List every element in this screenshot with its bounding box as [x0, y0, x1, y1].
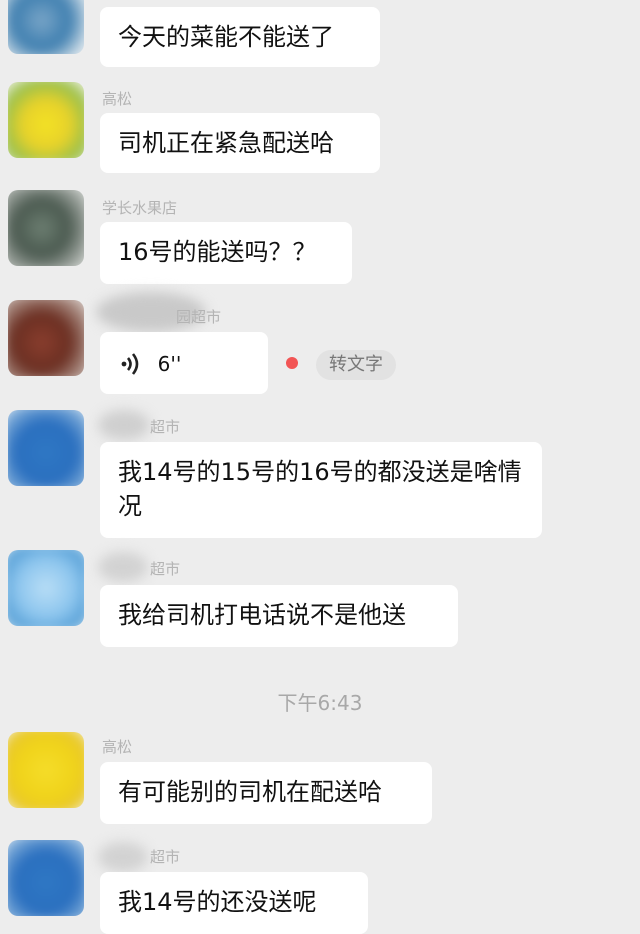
message-bubble[interactable]: 我14号的15号的16号的都没送是啥情况 — [100, 442, 542, 538]
censor-blur — [98, 552, 148, 582]
message-bubble[interactable]: 我14号的还没送呢 — [100, 872, 368, 934]
avatar[interactable] — [8, 410, 84, 486]
sender-name: 园超市 — [176, 308, 222, 326]
sender-name: 超市 — [150, 848, 181, 866]
message-bubble[interactable]: 司机正在紧急配送哈 — [100, 113, 380, 173]
avatar[interactable] — [8, 550, 84, 626]
sender-name: 学长水果店 — [102, 199, 178, 217]
message-text: 16号的能送吗？？ — [118, 238, 317, 266]
voice-duration: 6'' — [157, 352, 182, 376]
message-bubble[interactable]: 今天的菜能不能送了 — [100, 7, 380, 67]
voice-wave-icon — [121, 353, 139, 375]
censor-blur — [98, 410, 150, 440]
message-text: 我14号的15号的16号的都没送是啥情况 — [118, 458, 522, 520]
voice-message-bubble[interactable]: 6'' — [100, 332, 268, 394]
sender-name: 高松 — [102, 738, 133, 756]
sender-name: 超市 — [150, 560, 181, 578]
avatar[interactable] — [8, 0, 84, 54]
avatar[interactable] — [8, 732, 84, 808]
message-text: 司机正在紧急配送哈 — [118, 129, 334, 157]
avatar[interactable] — [8, 300, 84, 376]
message-bubble[interactable]: 我给司机打电话说不是他送 — [100, 585, 458, 647]
message-text: 我给司机打电话说不是他送 — [118, 601, 406, 629]
chat-timestamp: 下午6:43 — [277, 691, 363, 715]
message-text: 今天的菜能不能送了 — [118, 23, 334, 51]
avatar[interactable] — [8, 82, 84, 158]
message-bubble[interactable]: 有可能别的司机在配送哈 — [100, 762, 432, 824]
unread-dot — [286, 357, 298, 369]
message-bubble[interactable]: 16号的能送吗？？ — [100, 222, 352, 284]
sender-name: 高松 — [102, 90, 133, 108]
censor-blur — [98, 842, 148, 872]
message-text: 我14号的还没送呢 — [118, 888, 317, 916]
sender-name: 超市 — [150, 418, 181, 436]
avatar[interactable] — [8, 190, 84, 266]
avatar[interactable] — [8, 840, 84, 916]
message-text: 有可能别的司机在配送哈 — [118, 778, 382, 806]
convert-to-text-button[interactable]: 转文字 — [316, 350, 396, 380]
